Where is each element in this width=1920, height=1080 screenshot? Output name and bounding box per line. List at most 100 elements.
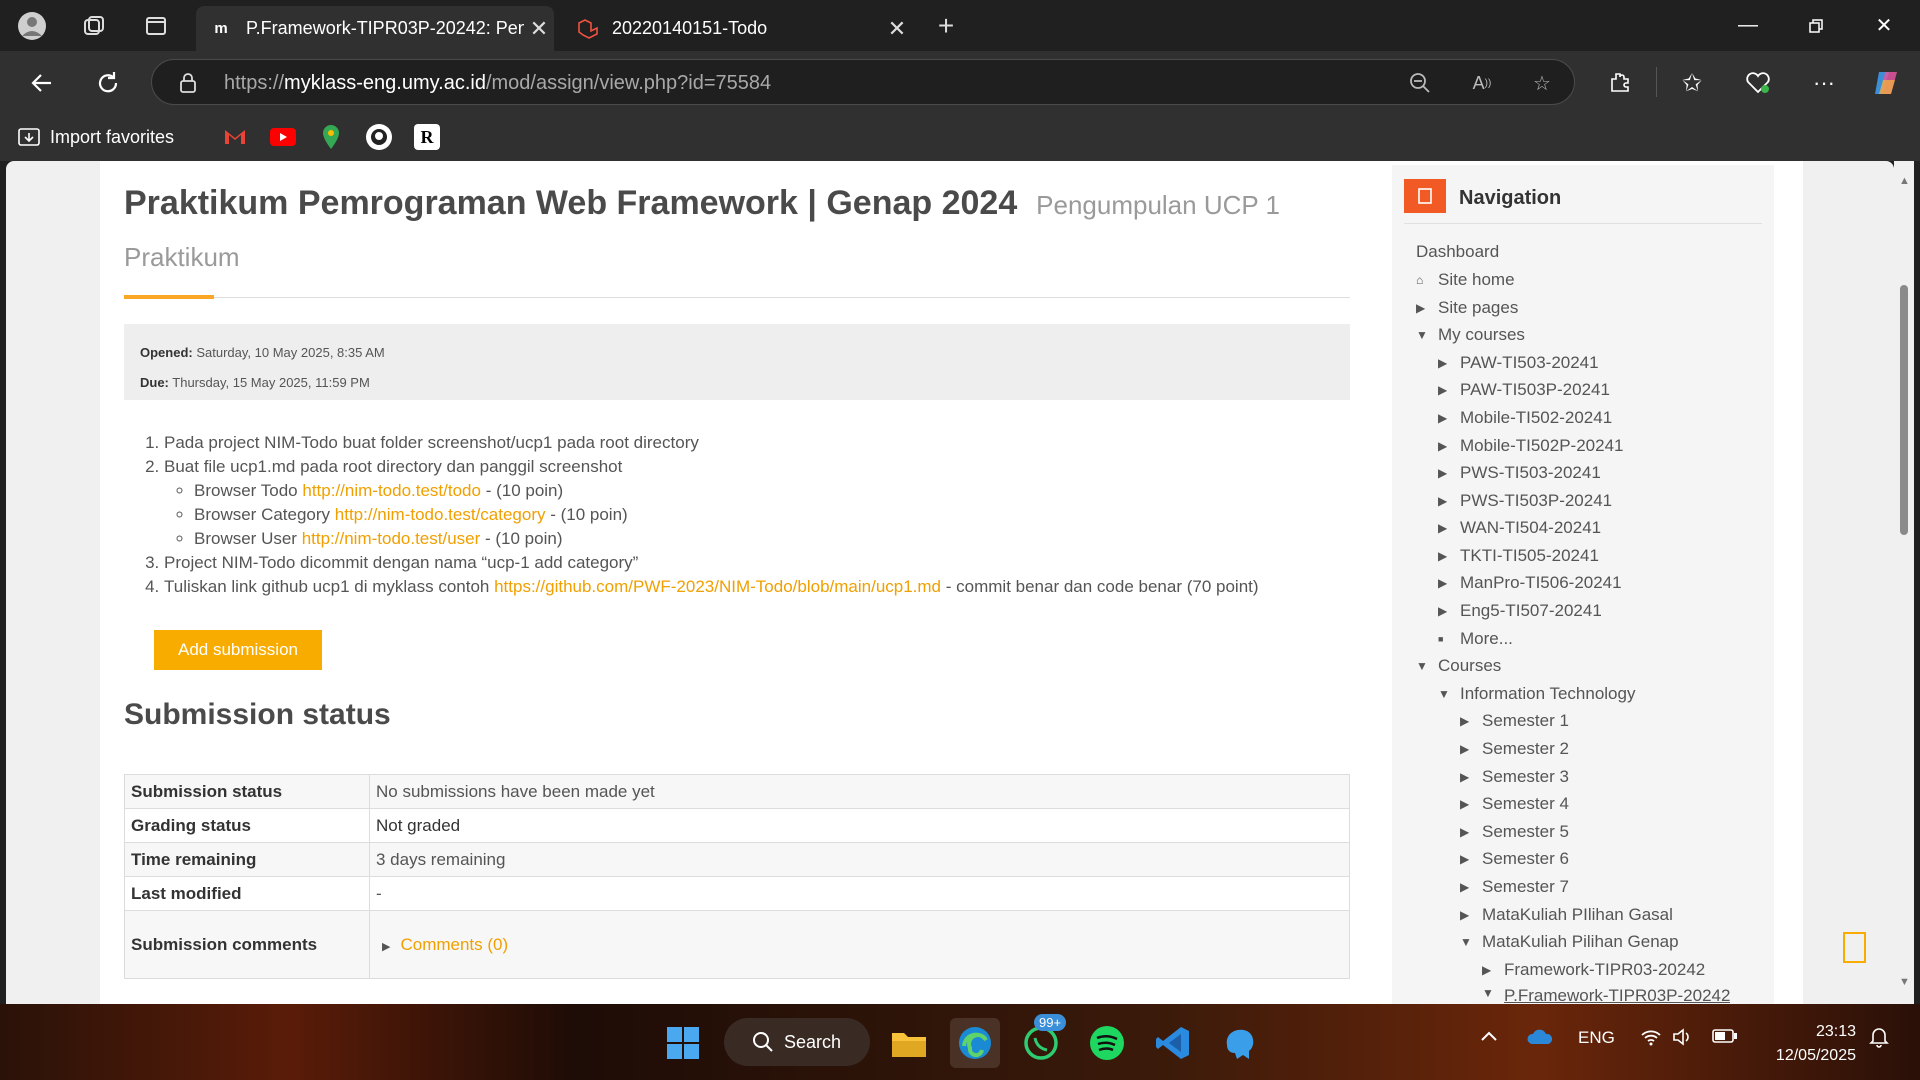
nav-item-more[interactable]: ■ More... — [1438, 629, 1513, 649]
nav-course-item[interactable]: ▶ WAN-TI504-20241 — [1438, 518, 1601, 538]
caret-right-icon: ▶ — [1438, 521, 1448, 535]
row-value: - — [369, 876, 1350, 911]
favorites-icon[interactable]: ✩ — [1672, 63, 1712, 103]
close-window-icon[interactable]: ✕ — [1850, 0, 1918, 51]
minimize-icon[interactable]: ― — [1714, 0, 1782, 51]
url-text[interactable]: https://myklass-eng.umy.ac.id/mod/assign… — [224, 72, 771, 95]
nav-label: PAW-TI503P-20241 — [1460, 380, 1610, 399]
user-link[interactable]: http://nim-todo.test/user — [302, 529, 481, 548]
workspaces-icon[interactable] — [78, 10, 110, 42]
clock[interactable]: 23:13 12/05/2025 — [1746, 1020, 1856, 1068]
nav-item-semester[interactable]: ▶ Semester 7 — [1460, 877, 1569, 897]
wifi-icon[interactable] — [1640, 1028, 1662, 1051]
file-explorer-icon[interactable] — [884, 1018, 934, 1068]
nav-item-semester[interactable]: ▶ Semester 2 — [1460, 739, 1569, 759]
chevron-up-icon[interactable] — [1480, 1028, 1498, 1048]
new-tab-icon[interactable]: + — [930, 10, 962, 42]
windows-start-icon[interactable] — [658, 1018, 708, 1068]
floating-widget[interactable] — [1843, 932, 1866, 963]
maps-bookmark[interactable] — [318, 123, 344, 151]
nav-course-item[interactable]: ▶ TKTI-TI505-20241 — [1438, 546, 1599, 566]
restore-icon[interactable] — [1782, 0, 1850, 51]
todo-link[interactable]: http://nim-todo.test/todo — [302, 481, 481, 500]
category-link[interactable]: http://nim-todo.test/category — [335, 505, 546, 524]
scroll-up-icon[interactable]: ▲ — [1899, 175, 1910, 187]
youtube-bookmark[interactable] — [270, 123, 296, 151]
refresh-icon[interactable] — [88, 63, 128, 103]
instruction-item: Project NIM-Todo dicommit dengan nama “u… — [164, 551, 1350, 575]
nav-label: My courses — [1438, 325, 1525, 344]
spotify-icon[interactable] — [1082, 1018, 1132, 1068]
nav-item-semester[interactable]: ▶ Semester 1 — [1460, 711, 1569, 731]
more-menu-icon[interactable]: ··· — [1804, 63, 1844, 103]
volume-icon[interactable] — [1672, 1028, 1694, 1051]
nav-course-item[interactable]: ▶ PAW-TI503P-20241 — [1438, 380, 1610, 400]
nav-item-semester[interactable]: ▶ Semester 6 — [1460, 849, 1569, 869]
nav-item-site-home[interactable]: ⌂ Site home — [1416, 270, 1515, 290]
instruction-text: - (10 poin) — [480, 529, 563, 548]
caret-right-icon: ▶ — [1460, 770, 1470, 784]
notification-bell-icon[interactable] — [1868, 1026, 1890, 1053]
nav-item-semester[interactable]: ▶ Semester 4 — [1460, 794, 1569, 814]
page-scrollbar[interactable]: ▲ ▼ — [1894, 161, 1914, 1004]
extensions-icon[interactable] — [1600, 63, 1640, 103]
tab-todo[interactable]: 20220140151-Todo ✕ — [562, 6, 912, 51]
nav-course-item-current[interactable]: ▼ P.Framework-TIPR03P-20242 — [1482, 986, 1730, 1004]
language-indicator[interactable]: ENG — [1578, 1028, 1615, 1048]
nav-label: Information Technology — [1460, 684, 1636, 703]
caret-right-icon[interactable]: ▶ — [382, 941, 390, 953]
scroll-thumb[interactable] — [1900, 285, 1908, 535]
nav-course-item[interactable]: ▶ PWS-TI503P-20241 — [1438, 491, 1612, 511]
caret-right-icon: ▶ — [1438, 383, 1448, 397]
back-icon[interactable] — [22, 63, 62, 103]
gmail-bookmark[interactable] — [222, 123, 248, 151]
nav-item-elective-odd[interactable]: ▶ MataKuliah PIlihan Gasal — [1460, 905, 1673, 925]
comments-link[interactable]: Comments (0) — [400, 935, 508, 954]
nav-course-item[interactable]: ▶ Eng5-TI507-20241 — [1438, 601, 1602, 621]
tab-actions-icon[interactable] — [140, 10, 172, 42]
profile-icon[interactable] — [16, 10, 48, 42]
nav-item-site-pages[interactable]: ▶ Site pages — [1416, 298, 1518, 318]
read-aloud-icon[interactable]: A)) — [1468, 69, 1496, 97]
database-app-icon[interactable] — [1214, 1018, 1264, 1068]
scroll-down-icon[interactable]: ▼ — [1899, 976, 1910, 988]
r-bookmark[interactable]: R — [414, 123, 440, 151]
favorite-star-icon[interactable]: ☆ — [1528, 69, 1556, 97]
row-value: 3 days remaining — [369, 842, 1350, 877]
add-submission-button[interactable]: Add submission — [154, 630, 322, 670]
lock-icon[interactable] — [174, 69, 202, 97]
edge-taskbar-icon[interactable] — [950, 1018, 1000, 1068]
import-favorites-button[interactable]: Import favorites — [16, 123, 174, 151]
url-path: /mod/assign/view.php?id=75584 — [485, 72, 772, 94]
battery-icon[interactable] — [1712, 1028, 1738, 1049]
nav-item-semester[interactable]: ▶ Semester 3 — [1460, 767, 1569, 787]
close-icon[interactable]: ✕ — [524, 16, 554, 42]
instruction-item: Pada project NIM-Todo buat folder screen… — [164, 431, 1350, 455]
tab-assignment[interactable]: m P.Framework-TIPR03P-20242: Pen ✕ — [196, 6, 554, 51]
nav-course-item[interactable]: ▶ PWS-TI503-20241 — [1438, 463, 1601, 483]
nav-course-item[interactable]: ▶ Mobile-TI502P-20241 — [1438, 436, 1623, 456]
copilot-icon[interactable] — [1866, 63, 1906, 103]
nav-course-item[interactable]: ▶ PAW-TI503-20241 — [1438, 353, 1599, 373]
close-icon[interactable]: ✕ — [882, 16, 912, 42]
github-example-link[interactable]: https://github.com/PWF-2023/NIM-Todo/blo… — [494, 577, 941, 596]
github-bookmark[interactable] — [366, 123, 392, 151]
nav-item-semester[interactable]: ▶ Semester 5 — [1460, 822, 1569, 842]
nav-item-elective-even[interactable]: ▼ MataKuliah Pilihan Genap — [1460, 932, 1679, 952]
nav-course-item[interactable]: ▶ ManPro-TI506-20241 — [1438, 573, 1622, 593]
vscode-icon[interactable] — [1148, 1018, 1198, 1068]
sub-instruction-item: Browser User http://nim-todo.test/user -… — [194, 527, 1350, 551]
nav-item-my-courses[interactable]: ▼ My courses — [1416, 325, 1525, 345]
nav-item-courses[interactable]: ▼ Courses — [1416, 656, 1501, 676]
address-bar[interactable]: https://myklass-eng.umy.ac.id/mod/assign… — [151, 59, 1575, 105]
nav-item-dashboard[interactable]: Dashboard — [1416, 242, 1499, 262]
browser-essentials-icon[interactable] — [1738, 63, 1778, 103]
zoom-out-icon[interactable] — [1406, 69, 1434, 97]
nav-course-item[interactable]: ▶ Mobile-TI502-20241 — [1438, 408, 1612, 428]
youtube-icon — [270, 128, 296, 146]
caret-right-icon: ▶ — [1460, 825, 1470, 839]
onedrive-icon[interactable] — [1526, 1028, 1554, 1051]
nav-item-information-technology[interactable]: ▼ Information Technology — [1438, 684, 1635, 704]
nav-course-item[interactable]: ▶ Framework-TIPR03-20242 — [1482, 960, 1705, 980]
taskbar-search[interactable]: Search — [724, 1018, 870, 1066]
